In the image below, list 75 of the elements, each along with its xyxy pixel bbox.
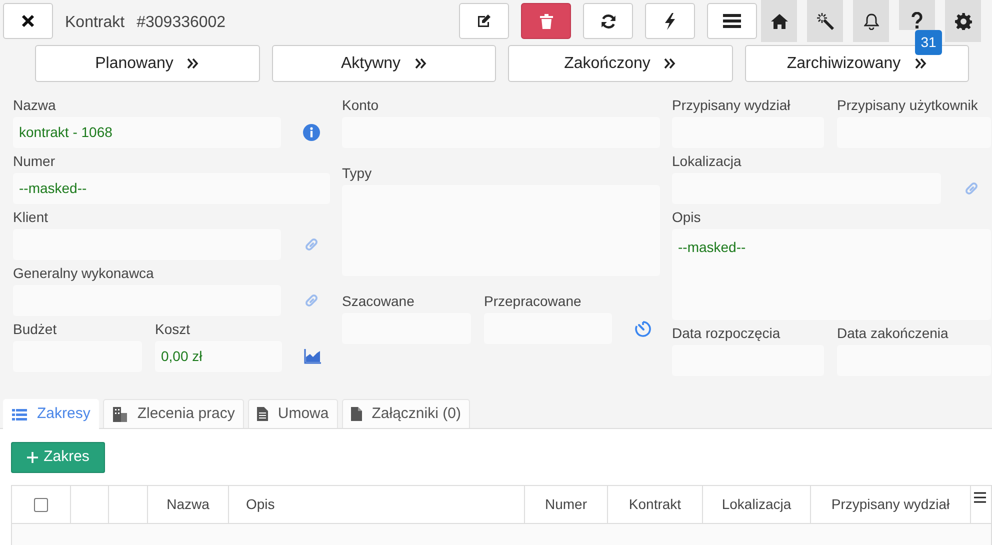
column-header[interactable]: Nazwa: [148, 486, 229, 523]
info-icon: [303, 124, 320, 141]
field-label: Nazwa: [13, 96, 57, 114]
status-button[interactable]: Aktywny: [272, 45, 496, 82]
status-button[interactable]: Zakończony: [508, 45, 732, 82]
edit-icon: [476, 13, 492, 29]
building-icon: [112, 406, 128, 422]
settings-icon: [954, 12, 972, 30]
checkbox[interactable]: [34, 498, 48, 512]
close-button[interactable]: [3, 3, 53, 39]
input-field[interactable]: kontrakt - 1068: [13, 117, 281, 148]
delete-button[interactable]: [521, 3, 571, 39]
trash-icon: [540, 14, 552, 28]
tab[interactable]: Umowa: [248, 399, 338, 428]
area-chart-icon: [304, 349, 321, 364]
field-label: Opis: [672, 208, 702, 226]
link-icon: [303, 236, 320, 253]
field-label: Przypisany wydział: [672, 96, 792, 114]
help-button[interactable]: [899, 0, 935, 30]
question-mark-icon: [911, 12, 923, 29]
field-label: Przypisany użytkownik: [837, 96, 979, 114]
page-title: Kontrakt: [65, 13, 125, 33]
home-button[interactable]: [761, 0, 797, 42]
menu-icon: [723, 14, 741, 28]
input-field[interactable]: 0,00 zł: [155, 341, 282, 372]
field-label: Przepracowane: [484, 292, 582, 310]
bolt-button[interactable]: [645, 3, 695, 39]
double-chevron-icon: [664, 58, 676, 69]
double-chevron-icon: [914, 58, 927, 69]
link-icon: [963, 180, 980, 197]
close-icon: [21, 14, 35, 28]
field-label: Szacowane: [342, 292, 416, 310]
field-label: Budżet: [13, 320, 58, 338]
home-icon: [770, 14, 788, 28]
refresh-button[interactable]: [583, 3, 633, 39]
tab[interactable]: Zlecenia pracy: [103, 399, 244, 428]
field-label: Koszt: [155, 320, 192, 338]
lightning-icon: [663, 12, 677, 30]
double-chevron-icon: [187, 58, 200, 69]
record-number: #309336002: [136, 13, 226, 33]
status-button[interactable]: Planowany: [35, 45, 260, 82]
column-header[interactable]: Kontrakt: [608, 486, 703, 523]
gear-button[interactable]: [945, 0, 981, 42]
link-icon: [303, 292, 320, 309]
tab[interactable]: Załączniki (0): [342, 399, 470, 428]
menu-icon: [974, 492, 986, 502]
field-label: Generalny wykonawca: [13, 264, 155, 282]
file-icon: [350, 407, 362, 421]
menu-button[interactable]: [707, 3, 757, 39]
refresh-icon: [600, 12, 616, 30]
list-icon: [12, 408, 27, 420]
tab[interactable]: Zakresy: [3, 399, 100, 429]
field-label: Typy: [342, 164, 373, 182]
wand-button[interactable]: [807, 0, 843, 42]
field-label: Numer: [13, 152, 56, 170]
column-header[interactable]: Numer: [525, 486, 608, 523]
field-label: Lokalizacja: [672, 152, 742, 170]
input-field[interactable]: --masked--: [13, 173, 330, 204]
plus-icon: [26, 452, 38, 463]
bell-button[interactable]: [853, 0, 889, 42]
field-label: Klient: [13, 208, 50, 226]
double-chevron-icon: [414, 58, 427, 69]
bell-icon: [864, 12, 878, 30]
column-header[interactable]: Lokalizacja: [703, 486, 811, 523]
text-area[interactable]: --masked--: [672, 229, 991, 320]
column-header[interactable]: Opis: [229, 486, 525, 523]
timer-icon: [634, 320, 652, 338]
field-label: Data zakończenia: [837, 324, 950, 342]
field-label: Konto: [342, 96, 380, 114]
document-icon: [256, 407, 268, 421]
edit-button[interactable]: [459, 3, 509, 39]
field-label: Data rozpoczęcia: [672, 324, 782, 342]
notification-badge: 31: [915, 30, 942, 55]
magic-wand-icon: [816, 12, 834, 30]
column-header[interactable]: Przypisany wydział: [811, 486, 971, 523]
